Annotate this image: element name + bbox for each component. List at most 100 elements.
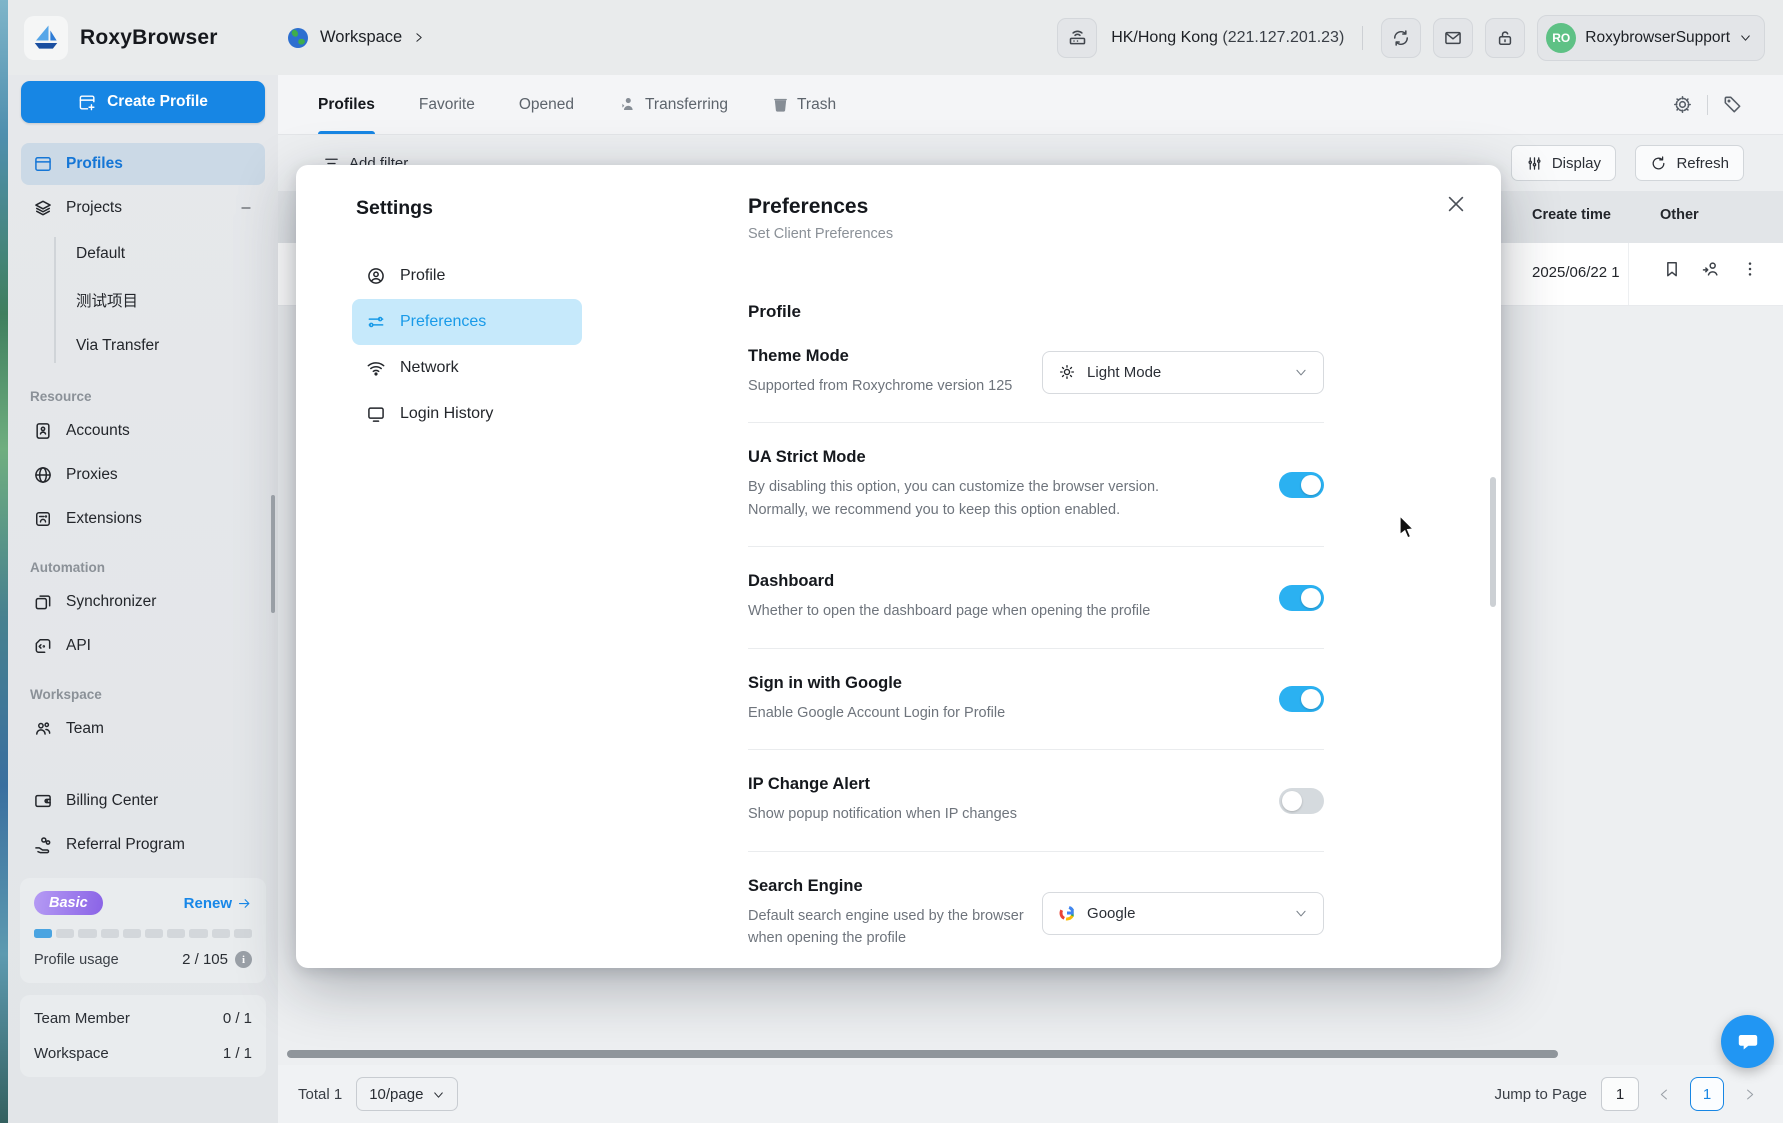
settings-nav-preferences[interactable]: Preferences [352, 299, 582, 345]
collapse-icon[interactable] [239, 201, 253, 215]
setting-row-ua-strict-mode: UA Strict Mode By disabling this option,… [748, 423, 1324, 547]
chevron-right-icon [412, 31, 425, 44]
total-count: Total 1 [298, 1086, 342, 1103]
overlap-windows-icon [33, 592, 53, 612]
setting-row-sign-in-with-google: Sign in with Google Enable Google Accoun… [748, 649, 1324, 750]
workspace-quota-label: Workspace [34, 1045, 109, 1062]
sidebar-item-accounts[interactable]: Accounts [21, 410, 265, 452]
globe-icon [286, 26, 310, 50]
section-workspace: Workspace [30, 687, 278, 702]
dashboard-toggle[interactable] [1279, 585, 1324, 611]
wallet-icon [33, 791, 53, 811]
usage-label: Profile usage [34, 952, 119, 968]
team-member-value: 0 / 1 [223, 1010, 252, 1027]
per-page-select[interactable]: 10/page [356, 1077, 458, 1111]
ip-change-alert-toggle[interactable] [1279, 788, 1324, 814]
display-button[interactable]: Display [1511, 145, 1616, 181]
info-icon[interactable]: i [235, 951, 252, 968]
workspace-switcher[interactable]: Workspace [286, 26, 425, 50]
sidebar-item-projects[interactable]: Projects [21, 187, 265, 229]
extension-icon [33, 509, 53, 529]
sidebar-item-referral-program[interactable]: Referral Program [21, 824, 265, 866]
tag-icon[interactable] [1722, 94, 1743, 115]
renew-link[interactable]: Renew [184, 895, 252, 912]
roxybrowser-logo-icon [24, 16, 68, 60]
globe-outline-icon [33, 465, 53, 485]
project-item-test[interactable]: 测试项目 [54, 277, 278, 323]
bookmark-icon[interactable] [1662, 259, 1682, 279]
app-title: RoxyBrowser [80, 26, 218, 50]
chevron-down-icon [1294, 365, 1308, 379]
preferences-panel: Preferences Set Client Preferences Profi… [748, 195, 1324, 975]
sidebar-item-extensions[interactable]: Extensions [21, 498, 265, 540]
sidebar-item-profiles[interactable]: Profiles [21, 143, 265, 185]
column-other: Other [1660, 207, 1699, 223]
sidebar: Create Profile Profiles Projects Default… [8, 75, 278, 1123]
transfer-profile-icon[interactable] [1701, 259, 1721, 279]
tab-transferring[interactable]: Transferring [618, 75, 728, 134]
code-icon [33, 636, 53, 656]
usage-value: 2 / 105 [182, 951, 228, 968]
preferences-title: Preferences [748, 195, 1324, 219]
sidebar-item-proxies[interactable]: Proxies [21, 454, 265, 496]
refresh-button[interactable]: Refresh [1635, 145, 1744, 181]
ip-location: HK/Hong Kong (221.127.201.23) [1111, 29, 1344, 47]
tab-profiles[interactable]: Profiles [318, 75, 375, 134]
arrow-right-icon [237, 896, 252, 911]
sun-icon [1058, 363, 1076, 381]
next-page-icon[interactable] [1738, 1087, 1761, 1102]
create-profile-button[interactable]: Create Profile [21, 81, 265, 123]
setting-desc: Supported from Roxychrome version 125 [748, 375, 1042, 397]
setting-title: Dashboard [748, 572, 1218, 591]
search-engine-value: Google [1087, 905, 1135, 922]
settings-nav-profile[interactable]: Profile [352, 253, 582, 299]
sidebar-scrollbar[interactable] [271, 495, 275, 613]
ua-strict-mode-toggle[interactable] [1279, 472, 1324, 498]
sidebar-item-team[interactable]: Team [21, 708, 265, 750]
jump-to-page-input[interactable]: 1 [1601, 1077, 1639, 1111]
setting-desc: By disabling this option, you can custom… [748, 476, 1218, 521]
section-resource: Resource [30, 389, 278, 404]
desktop-edge-strip [0, 0, 8, 1123]
project-list: Default 测试项目 Via Transfer [54, 231, 278, 369]
setting-row-dashboard: Dashboard Whether to open the dashboard … [748, 547, 1324, 648]
preferences-sliders-icon [366, 312, 386, 332]
theme-mode-select[interactable]: Light Mode [1042, 351, 1324, 394]
horizontal-scrollbar[interactable] [287, 1050, 1558, 1058]
prev-page-icon[interactable] [1653, 1087, 1676, 1102]
sidebar-item-synchronizer[interactable]: Synchronizer [21, 581, 265, 623]
page-1-button[interactable]: 1 [1690, 1077, 1724, 1111]
sidebar-item-billing-center[interactable]: Billing Center [21, 780, 265, 822]
project-item-default[interactable]: Default [54, 231, 278, 277]
team-member-label: Team Member [34, 1010, 130, 1027]
lock-button[interactable] [1485, 18, 1525, 58]
mail-button[interactable] [1433, 18, 1473, 58]
usage-progress-bar [34, 929, 252, 938]
tab-opened[interactable]: Opened [519, 75, 574, 134]
sync-button[interactable] [1381, 18, 1421, 58]
project-item-via-transfer[interactable]: Via Transfer [54, 323, 278, 369]
sidebar-item-api[interactable]: API [21, 625, 265, 667]
network-device-icon[interactable] [1057, 18, 1097, 58]
row-create-time: 2025/06/22 1 [1532, 264, 1624, 281]
table-settings-gear-icon[interactable] [1672, 94, 1693, 115]
divider [1362, 26, 1363, 50]
wifi-icon [366, 358, 386, 378]
tab-favorite[interactable]: Favorite [419, 75, 475, 134]
more-actions-icon[interactable] [1740, 259, 1760, 279]
support-chat-button[interactable] [1721, 1015, 1774, 1068]
setting-row-ip-change-alert: IP Change Alert Show popup notification … [748, 750, 1324, 851]
settings-nav-network[interactable]: Network [352, 345, 582, 391]
sign-in-with-google-toggle[interactable] [1279, 686, 1324, 712]
tab-trash[interactable]: Trash [772, 75, 836, 134]
settings-nav-login-history[interactable]: Login History [352, 391, 582, 437]
preferences-subtitle: Set Client Preferences [748, 226, 1324, 242]
modal-scrollbar[interactable] [1490, 477, 1496, 607]
search-engine-select[interactable]: Google [1042, 892, 1324, 935]
setting-title: UA Strict Mode [748, 448, 1218, 467]
setting-desc: Show popup notification when IP changes [748, 803, 1218, 825]
section-automation: Automation [30, 560, 278, 575]
account-menu[interactable]: RO RoxybrowserSupport [1537, 15, 1765, 61]
close-icon[interactable] [1445, 193, 1467, 215]
column-create-time[interactable]: Create time [1532, 207, 1611, 223]
